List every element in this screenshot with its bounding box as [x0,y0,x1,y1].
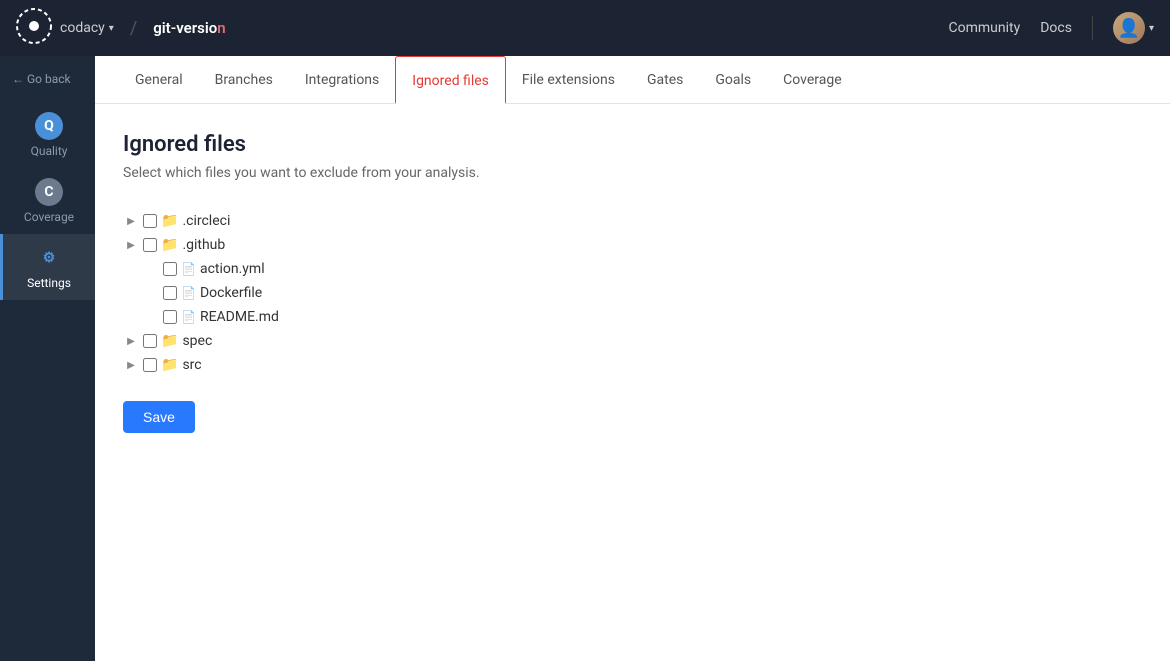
checkbox-action-yml[interactable] [163,262,177,276]
tab-coverage[interactable]: Coverage [767,56,857,104]
quality-icon: Q [35,112,63,140]
file-tree: 📁 .circleci 📁 .github 📄 action.yml [123,209,1142,377]
sidebar-item-settings-label: Settings [27,276,71,290]
sidebar-item-quality[interactable]: Q Quality [0,102,95,168]
project-chevron-icon: ▾ [109,23,114,34]
file-icon: 📄 [181,286,196,300]
checkbox-github[interactable] [143,238,157,252]
community-link[interactable]: Community [949,20,1021,36]
avatar-chevron-icon: ▾ [1149,23,1154,34]
sidebar-item-settings[interactable]: ⚙ Settings [0,234,95,300]
tree-row: 📁 src [123,353,1142,377]
avatar-image: 👤 [1118,18,1140,39]
avatar: 👤 [1113,12,1145,44]
sidebar-item-quality-label: Quality [31,144,68,158]
expand-github-icon[interactable] [123,237,139,253]
main-content: General Branches Integrations Ignored fi… [95,56,1170,661]
file-icon: 📄 [181,310,196,324]
checkbox-circleci[interactable] [143,214,157,228]
tree-row: 📁 spec [123,329,1142,353]
page-subtitle: Select which files you want to exclude f… [123,165,1142,181]
header-left: codacy ▾ / git-version [16,8,949,48]
header-divider [1092,16,1093,40]
file-icon: 📄 [181,262,196,276]
checkbox-readme-md[interactable] [163,310,177,324]
header: codacy ▾ / git-version Community Docs 👤 … [0,0,1170,56]
tab-general[interactable]: General [119,56,199,104]
item-name-github: .github [182,237,225,253]
item-name-spec: spec [182,333,212,349]
folder-icon: 📁 [161,333,178,349]
tabs-bar: General Branches Integrations Ignored fi… [95,56,1170,104]
tab-file-extensions[interactable]: File extensions [506,56,631,104]
tab-branches[interactable]: Branches [199,56,289,104]
sidebar: ← Go back Q Quality C Coverage ⚙ Setting… [0,56,95,661]
header-right: Community Docs 👤 ▾ [949,12,1154,44]
folder-icon: 📁 [161,357,178,373]
tab-gates[interactable]: Gates [631,56,699,104]
tree-row: 📁 .circleci [123,209,1142,233]
item-name-action-yml: action.yml [200,261,265,277]
page-layout: ← Go back Q Quality C Coverage ⚙ Setting… [0,56,1170,661]
item-name-src: src [182,357,201,373]
content-area: Ignored files Select which files you wan… [95,104,1170,461]
item-name-circleci: .circleci [182,213,230,229]
repo-name-highlight: n [217,19,225,37]
coverage-icon: C [35,178,63,206]
project-name: codacy [60,20,105,36]
page-title: Ignored files [123,132,1142,157]
sidebar-item-coverage-label: Coverage [24,210,74,224]
save-button[interactable]: Save [123,401,195,433]
docs-link[interactable]: Docs [1040,20,1072,36]
expand-circleci-icon[interactable] [123,213,139,229]
checkbox-dockerfile[interactable] [163,286,177,300]
go-back-link[interactable]: ← Go back [0,64,95,94]
tree-row: 📄 action.yml [123,257,1142,281]
sidebar-item-coverage[interactable]: C Coverage [0,168,95,234]
tab-goals[interactable]: Goals [699,56,767,104]
checkbox-src[interactable] [143,358,157,372]
tab-ignored-files[interactable]: Ignored files [395,56,506,104]
user-avatar-button[interactable]: 👤 ▾ [1113,12,1154,44]
codacy-logo[interactable] [16,8,52,48]
project-selector[interactable]: codacy ▾ [60,20,114,36]
folder-icon: 📁 [161,237,178,253]
tree-row: 📁 .github [123,233,1142,257]
expand-spec-icon[interactable] [123,333,139,349]
repo-name: git-version [153,19,225,37]
folder-icon: 📁 [161,213,178,229]
item-name-dockerfile: Dockerfile [200,285,262,301]
breadcrumb-separator: / [130,18,137,39]
tree-row: 📄 README.md [123,305,1142,329]
tree-row: 📄 Dockerfile [123,281,1142,305]
item-name-readme-md: README.md [200,309,279,325]
expand-src-icon[interactable] [123,357,139,373]
checkbox-spec[interactable] [143,334,157,348]
settings-gear-icon: ⚙ [35,244,63,272]
tab-integrations[interactable]: Integrations [289,56,395,104]
